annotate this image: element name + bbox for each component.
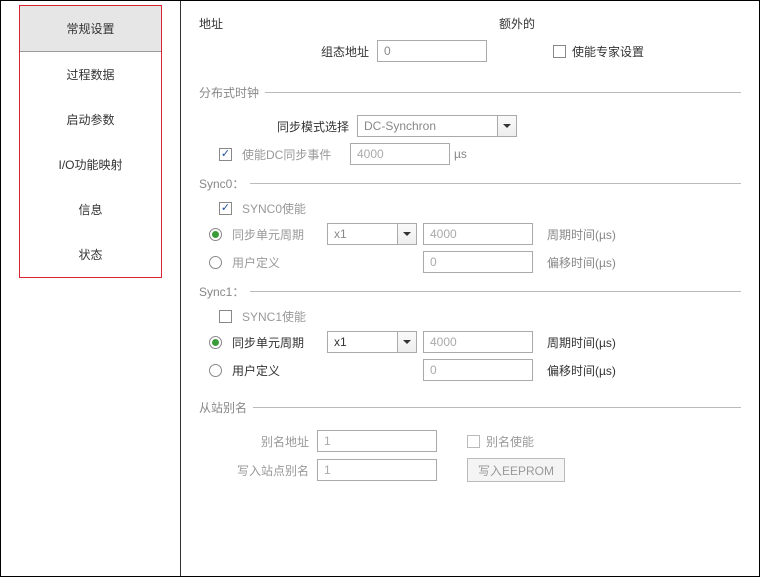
sync-mode-label: 同步模式选择	[199, 118, 349, 135]
sync0-unitperiod-label: 同步单元周期	[232, 226, 327, 243]
extra-heading: 额外的	[499, 15, 535, 32]
sync0-unitperiod-radio[interactable]	[209, 228, 222, 241]
alias-enable-label: 别名使能	[486, 433, 534, 450]
sync1-unitperiod-radio[interactable]	[209, 336, 222, 349]
sync1-unitperiod-label: 同步单元周期	[232, 334, 327, 351]
dc-section-title: 分布式时钟	[199, 84, 259, 101]
content-panel: 地址 额外的 组态地址 使能专家设置 分布式时钟 同步模式选择 使能DC同步事件	[181, 1, 759, 576]
alias-enable-checkbox[interactable]	[467, 435, 480, 448]
sidebar: 常规设置 过程数据 启动参数 I/O功能映射 信息 状态	[1, 1, 181, 576]
sync1-offset-time-label: 偏移时间(µs)	[547, 362, 616, 379]
expert-enable-label: 使能专家设置	[572, 43, 644, 60]
alias-section-title: 从站别名	[199, 399, 247, 416]
alias-addr-label: 别名地址	[199, 433, 309, 450]
sync0-enable-checkbox[interactable]	[219, 202, 232, 215]
write-eeprom-button[interactable]: 写入EEPROM	[467, 458, 565, 482]
address-heading: 地址	[199, 15, 499, 32]
sync0-offset-time-label: 偏移时间(µs)	[547, 254, 616, 271]
chevron-down-icon[interactable]	[397, 331, 417, 353]
sync0-period-value	[423, 223, 533, 245]
nav-status[interactable]: 状态	[20, 232, 161, 277]
enable-dc-checkbox[interactable]	[219, 148, 232, 161]
sync0-userdef-label: 用户定义	[232, 254, 327, 271]
expert-enable-checkbox[interactable]	[553, 45, 566, 58]
config-addr-label: 组态地址	[199, 43, 369, 60]
chevron-down-icon[interactable]	[497, 115, 517, 137]
sync1-userdef-value	[423, 359, 533, 381]
nav-general-settings[interactable]: 常规设置	[20, 6, 161, 52]
enable-dc-label: 使能DC同步事件	[242, 146, 342, 163]
sync0-period-time-label: 周期时间(µs)	[547, 226, 616, 243]
nav-process-data[interactable]: 过程数据	[20, 52, 161, 97]
sync1-userdef-label: 用户定义	[232, 362, 327, 379]
sync0-userdef-value	[423, 251, 533, 273]
sync1-period-time-label: 周期时间(µs)	[547, 334, 616, 351]
sync1-period-value	[423, 331, 533, 353]
enable-dc-unit: µs	[454, 147, 467, 161]
sync0-title: Sync0：	[199, 175, 244, 192]
sync-mode-value[interactable]	[357, 115, 497, 137]
enable-dc-value	[350, 143, 450, 165]
nav-info[interactable]: 信息	[20, 187, 161, 232]
chevron-down-icon[interactable]	[397, 223, 417, 245]
sync0-mult-value[interactable]	[327, 223, 397, 245]
sync0-mult-select[interactable]	[327, 223, 417, 245]
sync1-mult-select[interactable]	[327, 331, 417, 353]
write-alias-label: 写入站点别名	[199, 462, 309, 479]
sync0-userdef-radio[interactable]	[209, 256, 222, 269]
alias-addr-input	[317, 430, 437, 452]
sync1-enable-label: SYNC1使能	[242, 308, 306, 325]
sync1-enable-checkbox[interactable]	[219, 310, 232, 323]
config-addr-input[interactable]	[377, 40, 487, 62]
write-alias-input	[317, 459, 437, 481]
sync1-userdef-radio[interactable]	[209, 364, 222, 377]
sync0-enable-label: SYNC0使能	[242, 200, 306, 217]
nav-startup-params[interactable]: 启动参数	[20, 97, 161, 142]
sync1-title: Sync1：	[199, 283, 244, 300]
sync-mode-select[interactable]	[357, 115, 517, 137]
nav-io-mapping[interactable]: I/O功能映射	[20, 142, 161, 187]
sync1-mult-value[interactable]	[327, 331, 397, 353]
